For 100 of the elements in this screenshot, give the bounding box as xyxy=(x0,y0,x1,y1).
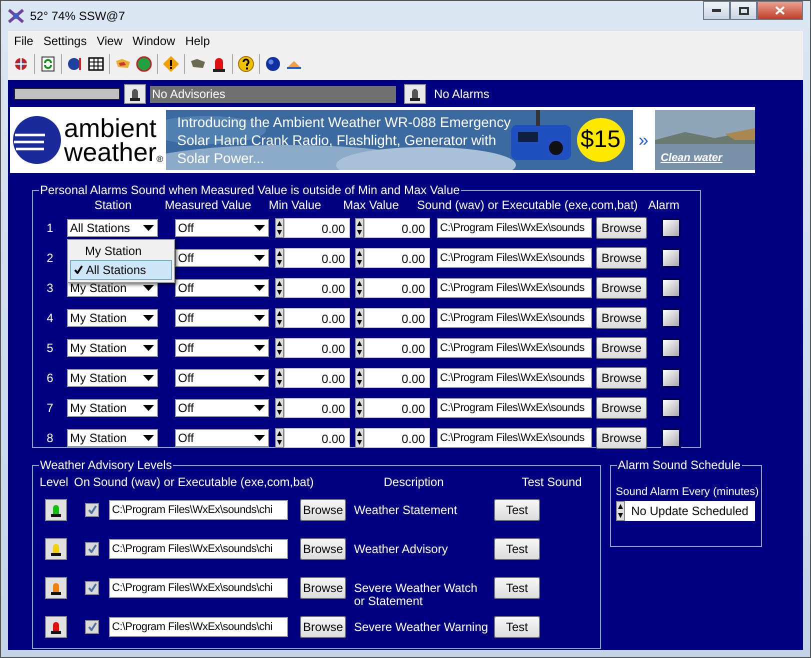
menu-item[interactable]: Help xyxy=(181,34,214,48)
browse-button[interactable]: Browse xyxy=(596,307,647,329)
alarm-checkbox[interactable] xyxy=(661,248,681,268)
sound-path-field[interactable]: C:\Program Files\WxEx\sounds xyxy=(437,248,592,268)
menu-item[interactable]: Window xyxy=(128,34,180,48)
max-value-field[interactable]: 0.00 xyxy=(364,338,430,358)
browse-button[interactable]: Browse xyxy=(596,277,647,299)
max-value-field[interactable]: 0.00 xyxy=(364,398,430,418)
sound-path-field[interactable]: C:\Program Files\WxEx\sounds xyxy=(437,338,592,358)
min-value-field[interactable]: 0.00 xyxy=(284,338,350,358)
on-checkbox[interactable] xyxy=(85,502,99,516)
station-dropdown[interactable]: My Station xyxy=(67,429,158,447)
spin-button[interactable] xyxy=(355,308,364,328)
sound-path-field[interactable]: C:\Program Files\WxEx\sounds xyxy=(437,218,592,238)
max-value-field[interactable]: 0.00 xyxy=(364,428,430,448)
siren-button[interactable] xyxy=(404,84,426,104)
measured-value-dropdown[interactable]: Off xyxy=(175,369,269,387)
warning-icon[interactable] xyxy=(162,55,180,73)
on-checkbox[interactable] xyxy=(85,580,99,594)
station-dropdown[interactable]: My Station xyxy=(67,399,158,417)
maximize-button[interactable] xyxy=(730,1,757,20)
spin-button[interactable] xyxy=(275,248,284,268)
spin-button[interactable] xyxy=(275,308,284,328)
spin-button[interactable] xyxy=(275,398,284,418)
spin-button[interactable] xyxy=(275,368,284,388)
alarm-checkbox[interactable] xyxy=(661,218,681,238)
close-button[interactable] xyxy=(757,1,803,20)
test-button[interactable]: Test xyxy=(494,538,540,560)
min-value-field[interactable]: 0.00 xyxy=(284,428,350,448)
max-value-field[interactable]: 0.00 xyxy=(364,278,430,298)
globe-flag-icon[interactable] xyxy=(66,55,84,73)
measured-value-dropdown[interactable]: Off xyxy=(175,279,269,297)
browse-button[interactable]: Browse xyxy=(300,576,346,598)
min-value-field[interactable]: 0.00 xyxy=(284,368,350,388)
browse-button[interactable]: Browse xyxy=(300,498,346,520)
browse-button[interactable]: Browse xyxy=(596,247,647,269)
station-dropdown[interactable]: My Station xyxy=(67,369,158,387)
globe-icon[interactable] xyxy=(135,55,153,73)
level-button[interactable] xyxy=(45,498,67,520)
spin-button[interactable] xyxy=(355,218,364,238)
measured-value-dropdown[interactable]: Off xyxy=(175,249,269,267)
target-icon[interactable] xyxy=(12,55,30,73)
measured-value-dropdown[interactable]: Off xyxy=(175,219,269,237)
spin-button[interactable] xyxy=(355,248,364,268)
station-dropdown[interactable]: My Station xyxy=(67,339,158,357)
sound-path-field[interactable]: C:\Program Files\WxEx\sounds\chi xyxy=(109,616,288,636)
station-dropdown[interactable]: My Station xyxy=(67,309,158,327)
min-value-field[interactable]: 0.00 xyxy=(284,278,350,298)
level-button[interactable] xyxy=(45,576,67,598)
min-value-field[interactable]: 0.00 xyxy=(284,308,350,328)
sound-path-field[interactable]: C:\Program Files\WxEx\sounds xyxy=(437,368,592,388)
next-link[interactable]: » xyxy=(638,130,649,150)
level-button[interactable] xyxy=(45,538,67,560)
level-button[interactable] xyxy=(45,616,67,638)
menu-option[interactable]: All Stations xyxy=(70,260,172,280)
sound-path-field[interactable]: C:\Program Files\WxEx\sounds xyxy=(437,398,592,418)
grid-icon[interactable] xyxy=(87,55,105,73)
spin-button[interactable] xyxy=(275,428,284,448)
on-checkbox[interactable] xyxy=(85,542,99,556)
spin-button[interactable] xyxy=(275,278,284,298)
measured-value-dropdown[interactable]: Off xyxy=(175,429,269,447)
measured-value-dropdown[interactable]: Off xyxy=(175,339,269,357)
browse-button[interactable]: Browse xyxy=(300,538,346,560)
max-value-field[interactable]: 0.00 xyxy=(364,308,430,328)
alarm-checkbox[interactable] xyxy=(661,428,681,448)
spin-button[interactable] xyxy=(275,218,284,238)
browse-button[interactable]: Browse xyxy=(596,427,647,449)
sound-path-field[interactable]: C:\Program Files\WxEx\sounds\chi xyxy=(109,578,288,598)
siren-icon[interactable] xyxy=(210,55,228,73)
ad-text[interactable]: Introducing the Ambient Weather WR-088 Emergency Solar Hand Crank Radio, Flashlight, Generator with Solar Power... xyxy=(177,113,518,167)
max-value-field[interactable]: 0.00 xyxy=(364,368,430,388)
on-checkbox[interactable] xyxy=(85,620,99,634)
sound-path-field[interactable]: C:\Program Files\WxEx\sounds xyxy=(437,278,592,298)
measured-value-dropdown[interactable]: Off xyxy=(175,399,269,417)
spin-button[interactable] xyxy=(355,428,364,448)
spin-button[interactable] xyxy=(616,501,625,521)
spin-button[interactable] xyxy=(275,338,284,358)
min-value-field[interactable]: 0.00 xyxy=(284,248,350,268)
alarm-checkbox[interactable] xyxy=(661,398,681,418)
menu-item[interactable]: View xyxy=(92,34,126,48)
schedule-field[interactable]: No Update Scheduled xyxy=(624,501,755,521)
sound-path-field[interactable]: C:\Program Files\WxEx\sounds xyxy=(437,308,592,328)
max-value-field[interactable]: 0.00 xyxy=(364,218,430,238)
spin-button[interactable] xyxy=(355,338,364,358)
sound-path-field[interactable]: C:\Program Files\WxEx\sounds\chi xyxy=(109,500,288,520)
alarm-checkbox[interactable] xyxy=(661,278,681,298)
min-value-field[interactable]: 0.00 xyxy=(284,398,350,418)
siren-button[interactable] xyxy=(124,84,146,104)
alarm-checkbox[interactable] xyxy=(661,338,681,358)
refresh-icon[interactable] xyxy=(39,55,57,73)
menu-item[interactable]: Settings xyxy=(39,34,91,48)
globe-icon[interactable] xyxy=(264,55,282,73)
minimize-button[interactable] xyxy=(703,1,730,20)
test-button[interactable]: Test xyxy=(494,616,540,638)
browse-button[interactable]: Browse xyxy=(596,397,647,419)
alarm-checkbox[interactable] xyxy=(661,308,681,328)
sound-path-field[interactable]: C:\Program Files\WxEx\sounds\chi xyxy=(109,538,288,558)
spin-button[interactable] xyxy=(355,368,364,388)
test-button[interactable]: Test xyxy=(494,498,540,520)
alarm-checkbox[interactable] xyxy=(661,368,681,388)
